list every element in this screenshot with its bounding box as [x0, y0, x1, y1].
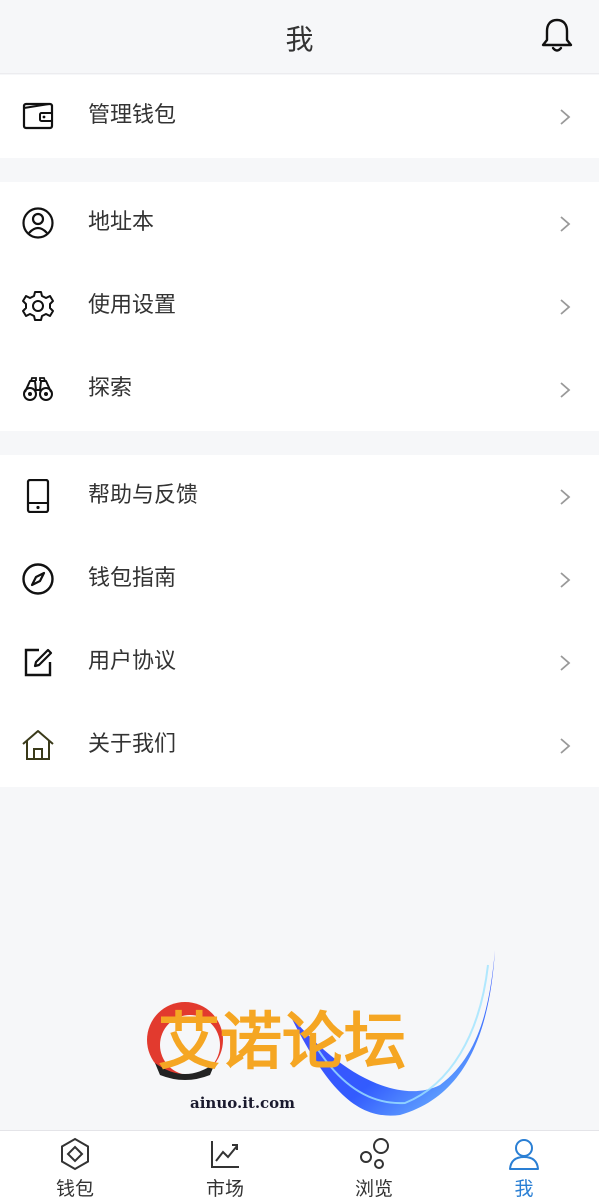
menu-item-manage-wallet[interactable]: 管理钱包 — [0, 75, 599, 158]
tab-market[interactable]: 市场 — [150, 1131, 300, 1199]
menu-item-about-us[interactable]: 关于我们 — [0, 704, 599, 787]
tab-label: 市场 — [205, 1178, 244, 1199]
hexagon-coin-icon — [61, 1137, 89, 1171]
chevron-right-icon — [560, 489, 571, 505]
menu-item-label: 关于我们 — [88, 732, 177, 757]
chevron-right-icon — [560, 299, 571, 315]
menu-item-label: 使用设置 — [88, 293, 177, 318]
chart-icon — [211, 1141, 239, 1168]
edit-icon — [24, 648, 53, 677]
binoculars-icon — [23, 377, 53, 401]
menu-item-explore[interactable]: 探索 — [0, 348, 599, 431]
menu-item-settings[interactable]: 使用设置 — [0, 265, 599, 348]
header: 我 — [0, 0, 599, 74]
bottom-tab-bar: 钱包 市场 浏览 我 — [0, 1130, 599, 1199]
chevron-right-icon — [560, 109, 571, 125]
watermark-logo: 艾诺论坛 ainuo.it.com — [140, 945, 520, 1125]
chevron-right-icon — [560, 655, 571, 671]
phone-icon — [26, 479, 50, 513]
menu-item-label: 帮助与反馈 — [88, 483, 199, 508]
menu-item-wallet-guide[interactable]: 钱包指南 — [0, 538, 599, 621]
menu-item-label: 钱包指南 — [88, 566, 177, 591]
menu-item-help-feedback[interactable]: 帮助与反馈 — [0, 455, 599, 538]
menu-item-label: 用户协议 — [88, 649, 177, 674]
tab-label: 我 — [514, 1178, 534, 1199]
home-icon — [22, 730, 54, 760]
person-icon — [509, 1139, 539, 1170]
watermark-title: 艾诺论坛 — [158, 1005, 406, 1078]
menu-item-label: 地址本 — [88, 210, 155, 235]
menu-item-address-book[interactable]: 地址本 — [0, 182, 599, 265]
chevron-right-icon — [560, 216, 571, 232]
menu-group-wallet: 管理钱包 — [0, 75, 599, 158]
tab-label: 钱包 — [55, 1178, 94, 1199]
menu-item-label: 探索 — [88, 376, 133, 401]
page-title: 我 — [285, 23, 314, 56]
bubbles-icon — [360, 1138, 389, 1169]
bell-icon[interactable] — [539, 16, 575, 54]
watermark-graphic: 艾诺论坛 ainuo.it.com — [147, 950, 495, 1116]
chevron-right-icon — [560, 382, 571, 398]
menu-item-user-agreement[interactable]: 用户协议 — [0, 621, 599, 704]
chevron-right-icon — [560, 738, 571, 754]
menu-group-general: 地址本 使用设置 探索 — [0, 182, 599, 431]
menu-item-label: 管理钱包 — [88, 103, 177, 128]
menu-group-about: 帮助与反馈 钱包指南 用户协议 关于我们 — [0, 455, 599, 787]
wallet-icon — [22, 102, 54, 130]
user-circle-icon — [22, 207, 54, 239]
tab-wallet[interactable]: 钱包 — [0, 1131, 150, 1199]
tab-label: 浏览 — [354, 1178, 393, 1199]
tab-me[interactable]: 我 — [449, 1131, 599, 1199]
compass-icon — [22, 563, 54, 595]
chevron-right-icon — [560, 572, 571, 588]
watermark-url: ainuo.it.com — [190, 1094, 295, 1112]
tab-browse[interactable]: 浏览 — [299, 1131, 449, 1199]
gear-icon — [22, 291, 54, 321]
